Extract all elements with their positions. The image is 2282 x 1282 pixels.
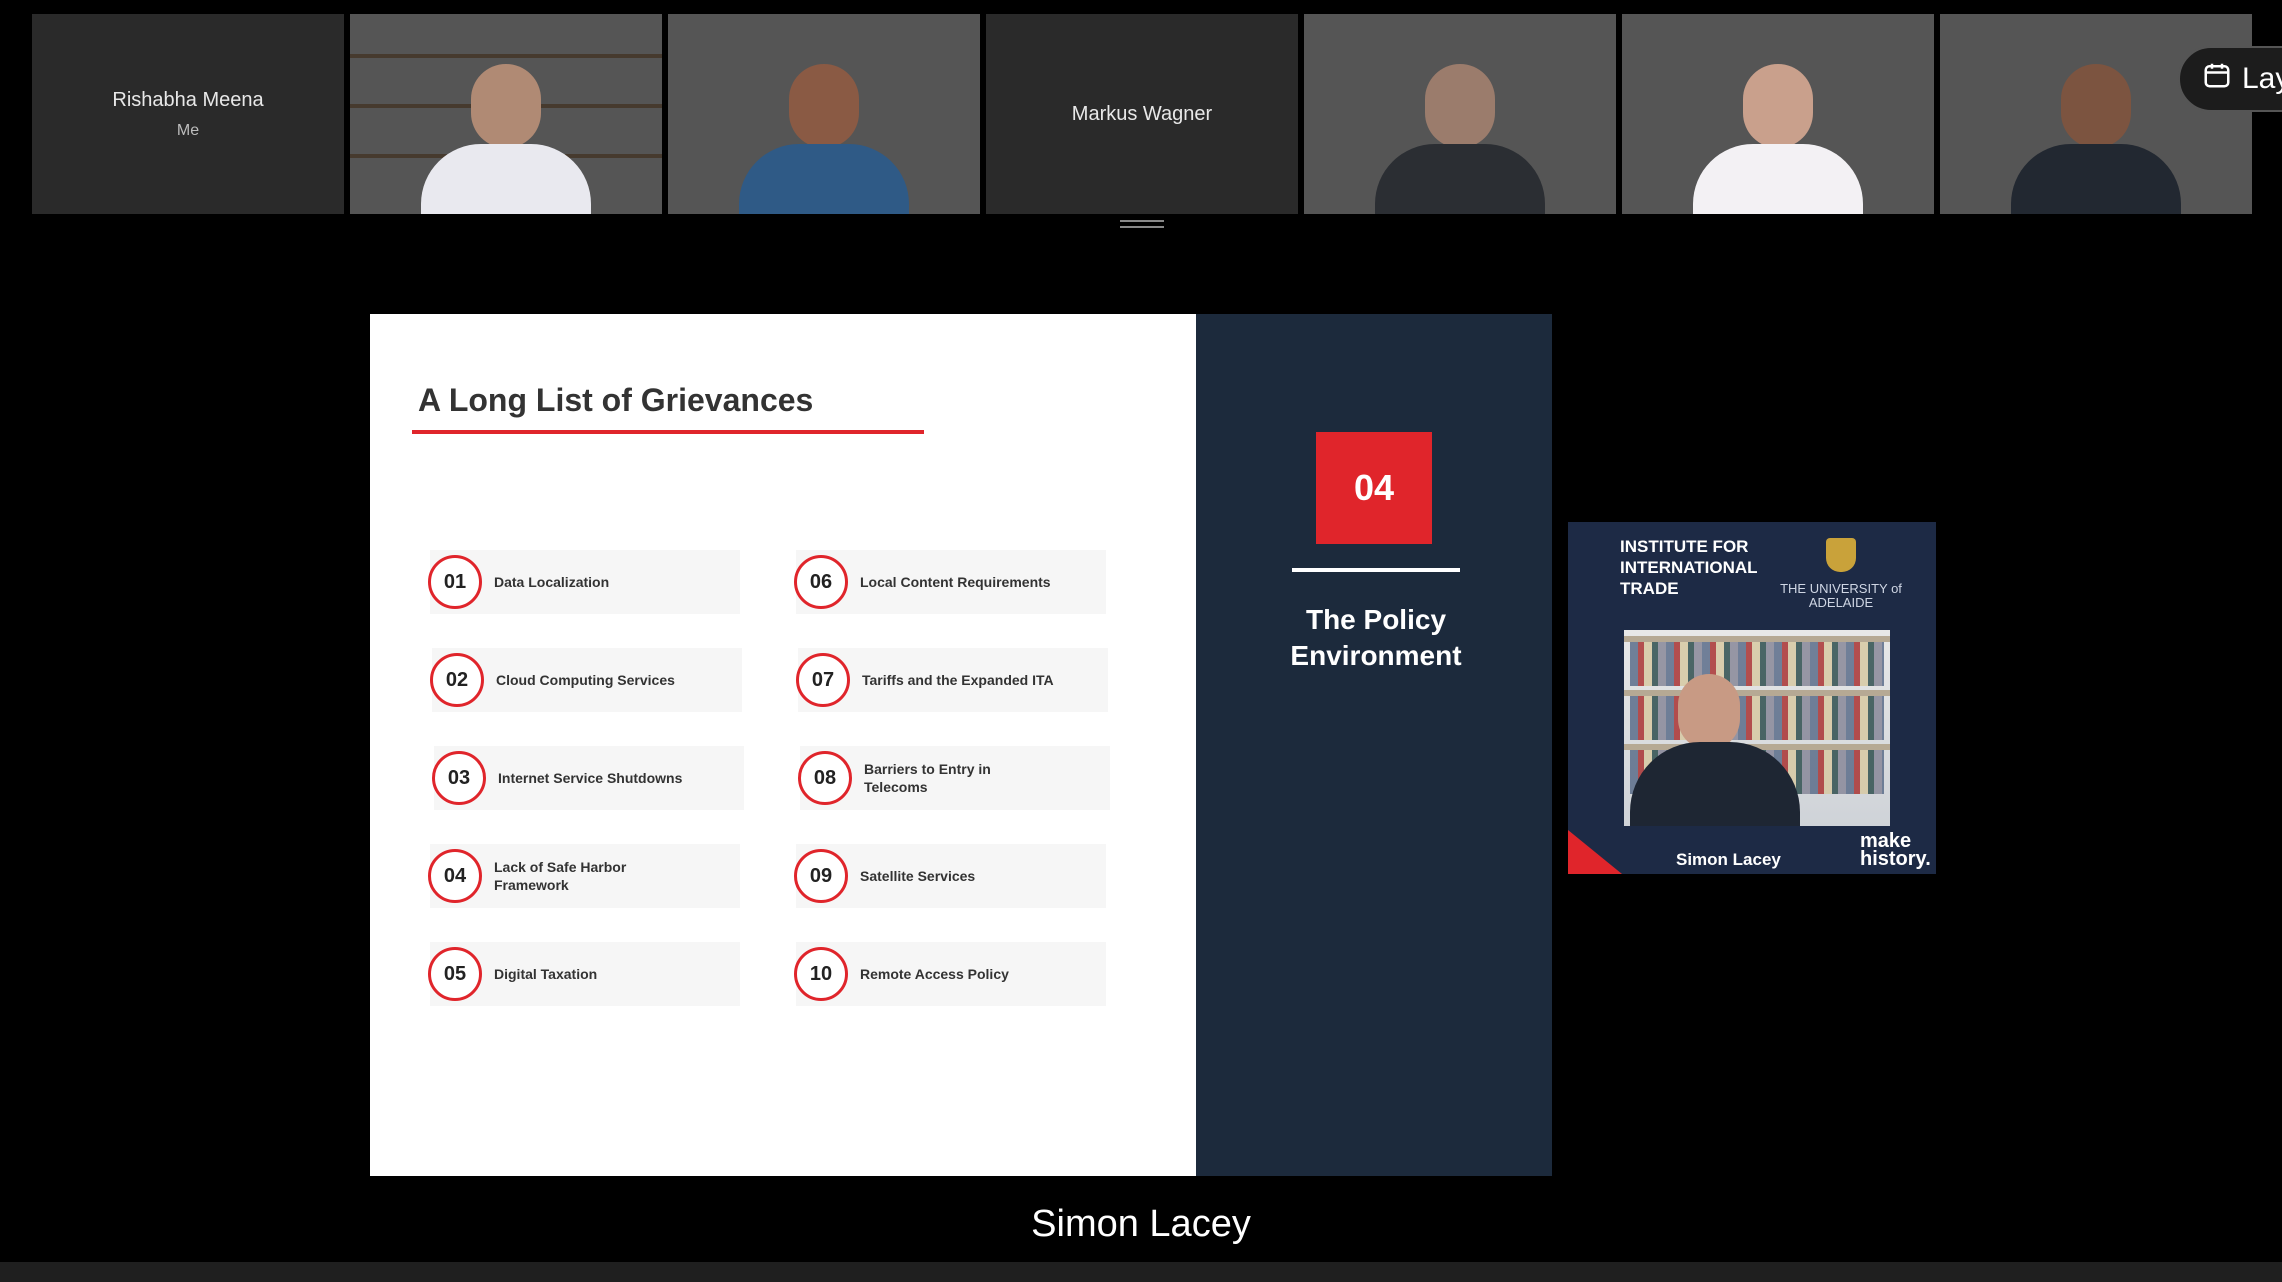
- speaker-pip-video[interactable]: INSTITUTE FOR INTERNATIONAL TRADE THE UN…: [1568, 522, 1936, 874]
- bottom-bar: [0, 1262, 2282, 1282]
- participant-video-person: [739, 64, 909, 214]
- item-text: Tariffs and the Expanded ITA: [862, 672, 1054, 688]
- participant-video-person: [2011, 64, 2181, 214]
- item-text: Local Content Requirements: [860, 574, 1051, 590]
- grievance-item: 06 Local Content Requirements: [794, 550, 1106, 614]
- grievance-item: 01 Data Localization: [428, 550, 740, 614]
- slide-section-panel: 04 The Policy Environment: [1196, 314, 1552, 1176]
- participant-tile-self[interactable]: Rishabha Meena Me: [32, 14, 344, 214]
- item-number: 05: [428, 947, 482, 1001]
- speaker-head: [1678, 674, 1740, 750]
- speaker-video-frame: [1624, 630, 1890, 826]
- pip-speaker-name: Simon Lacey: [1676, 850, 1781, 869]
- grievance-item: 10 Remote Access Policy: [794, 942, 1106, 1006]
- grievance-item: 08 Barriers to Entry in Telecoms: [798, 746, 1110, 810]
- item-number: 09: [794, 849, 848, 903]
- university-logo-text: THE UNIVERSITY of ADELAIDE: [1780, 581, 1902, 610]
- item-text: Satellite Services: [860, 868, 976, 884]
- participant-self-label: Me: [176, 121, 200, 139]
- item-text: Barriers to Entry in Telecoms: [864, 761, 991, 795]
- shared-slide: A Long List of Grievances 01 Data Locali…: [370, 314, 1552, 1176]
- grievance-item: 05 Digital Taxation: [428, 942, 740, 1006]
- institute-logo-text: INSTITUTE FOR INTERNATIONAL TRADE: [1620, 537, 1758, 598]
- participant-video-tile[interactable]: [350, 14, 662, 214]
- participant-video-tile[interactable]: [1622, 14, 1934, 214]
- title-underline: [412, 430, 924, 434]
- participant-video-person: [1693, 64, 1863, 214]
- participant-video-tile[interactable]: [1940, 14, 2252, 214]
- item-number: 07: [796, 653, 850, 707]
- grievance-item: 02 Cloud Computing Services: [430, 648, 742, 712]
- active-speaker-name: Simon Lacey: [1031, 1203, 1251, 1245]
- item-text: Data Localization: [494, 574, 610, 590]
- participant-tile-markus[interactable]: Markus Wagner: [986, 14, 1298, 214]
- item-number: 06: [794, 555, 848, 609]
- participant-video-person: [1375, 64, 1545, 214]
- item-number: 04: [428, 849, 482, 903]
- item-text: Digital Taxation: [494, 966, 598, 982]
- participant-name: Markus Wagner: [1071, 102, 1213, 125]
- item-number: 02: [430, 653, 484, 707]
- item-text: Cloud Computing Services: [496, 672, 675, 688]
- participant-video-tile[interactable]: [668, 14, 980, 214]
- slide-content-panel: A Long List of Grievances 01 Data Locali…: [370, 314, 1196, 1176]
- item-number: 10: [794, 947, 848, 1001]
- participant-name: Rishabha Meena: [112, 88, 264, 111]
- grievance-item: 04 Lack of Safe Harbor Framework: [428, 844, 740, 908]
- grievance-item: 03 Internet Service Shutdowns: [432, 746, 744, 810]
- slide-title: A Long List of Grievances: [418, 382, 814, 418]
- pip-corner-accent: [1568, 830, 1622, 874]
- item-number: 03: [432, 751, 486, 805]
- item-number: 01: [428, 555, 482, 609]
- item-text: Lack of Safe Harbor Framework: [494, 859, 627, 893]
- section-divider: [1292, 568, 1460, 572]
- grievance-item: 09 Satellite Services: [794, 844, 1106, 908]
- item-number: 08: [798, 751, 852, 805]
- layout-button-label: Lay: [2242, 62, 2282, 95]
- item-text: Internet Service Shutdowns: [498, 770, 683, 786]
- university-crest-icon: [1826, 538, 1856, 572]
- calendar-layout-icon: [2202, 60, 2232, 98]
- section-number: 04: [1316, 432, 1432, 544]
- participant-strip: Rishabha Meena Me Markus Wagner: [32, 14, 2252, 214]
- layout-button[interactable]: Lay: [2178, 46, 2282, 112]
- participant-video-person: [421, 64, 591, 214]
- grievance-item: 07 Tariffs and the Expanded ITA: [796, 648, 1108, 712]
- item-text: Remote Access Policy: [860, 966, 1009, 982]
- participant-video-tile[interactable]: [1304, 14, 1616, 214]
- strip-resize-handle[interactable]: [1120, 220, 1164, 230]
- pip-tagline: make history.: [1860, 830, 1931, 870]
- section-title: The Policy Environment: [1290, 604, 1462, 671]
